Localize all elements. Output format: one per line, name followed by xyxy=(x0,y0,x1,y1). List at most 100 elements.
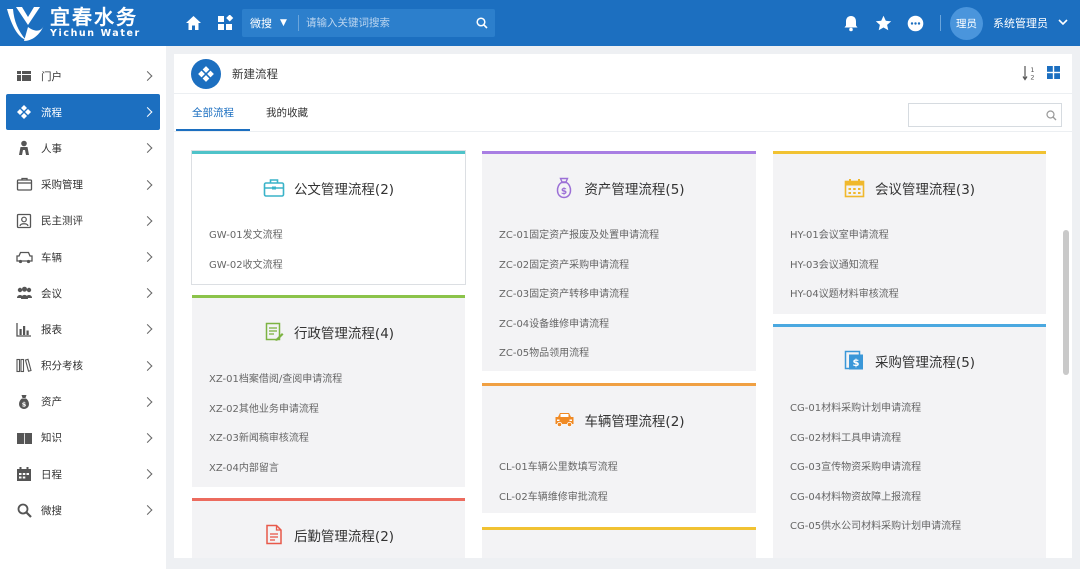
sidebar-item-evaluation[interactable]: 民主测评 xyxy=(0,203,166,239)
main-header: 新建流程 12 xyxy=(174,54,1072,94)
workflow-link[interactable]: ZC-04设备维修申请流程 xyxy=(499,310,756,340)
moneybag-icon: $ xyxy=(553,177,575,199)
workflow-link[interactable]: XZ-01档案借阅/查阅申请流程 xyxy=(209,365,465,395)
sidebar: 门户 流程 人事 采购管理 民主测评 车辆 会议 报表 积分考核 $ 资产 知识… xyxy=(0,46,166,569)
briefcase-icon xyxy=(263,177,285,199)
sidebar-item-label: 车辆 xyxy=(41,251,62,264)
workflow-link[interactable]: HY-03会议通知流程 xyxy=(790,251,1046,281)
search-icon[interactable] xyxy=(469,17,495,29)
tab-all-workflows[interactable]: 全部流程 xyxy=(176,105,250,131)
chevron-right-icon xyxy=(142,396,153,407)
workflow-link[interactable]: CL-02车辆维修审批流程 xyxy=(499,483,756,513)
bell-icon[interactable] xyxy=(840,12,862,34)
workflow-link[interactable]: GW-01发文流程 xyxy=(209,221,465,251)
workflow-search xyxy=(908,103,1062,127)
form-icon xyxy=(263,321,285,343)
main-panel: 新建流程 12 全部流程 我的收藏 公文管理流程(2) GW-01发文流程 GW… xyxy=(174,54,1072,558)
sidebar-item-vehicle[interactable]: 车辆 xyxy=(0,239,166,275)
workflow-card-xingzheng[interactable]: 行政管理流程(4) XZ-01档案借阅/查阅申请流程 XZ-02其他业务申请流程… xyxy=(192,295,465,487)
sidebar-item-schedule[interactable]: 日程 xyxy=(0,456,166,492)
star-icon[interactable] xyxy=(872,12,894,34)
apps-icon[interactable] xyxy=(214,12,236,34)
home-icon[interactable] xyxy=(182,12,204,34)
workflow-link[interactable]: GW-02收文流程 xyxy=(209,251,465,281)
workflow-link[interactable]: CG-03宣传物资采购申请流程 xyxy=(790,453,1046,483)
workflow-link[interactable]: XZ-04内部留言 xyxy=(209,454,465,484)
workflow-link[interactable]: CG-05供水公司材料采购计划申请流程 xyxy=(790,512,1046,542)
sidebar-item-label: 知识 xyxy=(41,432,62,445)
svg-text:$: $ xyxy=(853,358,860,369)
evaluation-icon xyxy=(15,212,33,230)
logo[interactable]: 宜春水务 Yichun Water xyxy=(0,0,166,46)
workflow-link[interactable]: XZ-02其他业务申请流程 xyxy=(209,395,465,425)
sidebar-item-portal[interactable]: 门户 xyxy=(0,58,166,94)
search-icon[interactable] xyxy=(1041,109,1061,121)
workflow-card-huiyi[interactable]: 会议管理流程(3) HY-01会议室申请流程 HY-03会议通知流程 HY-04… xyxy=(773,151,1046,314)
card-accent-bar xyxy=(482,527,756,530)
card-title: 资产管理流程(5) xyxy=(584,181,685,198)
svg-text:$: $ xyxy=(561,187,567,197)
workflow-card-partial[interactable] xyxy=(482,527,756,558)
search-scope-select[interactable]: 微搜 ▼ xyxy=(242,15,298,31)
grid-view-icon[interactable] xyxy=(1046,65,1062,81)
workflow-search-input[interactable] xyxy=(909,105,1041,125)
workflow-card-zichan[interactable]: $ 资产管理流程(5) ZC-01固定资产报废及处置申请流程 ZC-02固定资产… xyxy=(482,151,756,371)
sidebar-item-label: 民主测评 xyxy=(41,215,83,228)
workflow-card-houqin[interactable]: 后勤管理流程(2) xyxy=(192,498,465,558)
page-title: 新建流程 xyxy=(232,66,278,81)
workflow-link[interactable]: ZC-05物品领用流程 xyxy=(499,339,756,369)
card-title: 采购管理流程(5) xyxy=(874,354,976,371)
sidebar-item-label: 流程 xyxy=(41,106,62,119)
portal-icon xyxy=(15,67,33,85)
workflow-link[interactable]: ZC-02固定资产采购申请流程 xyxy=(499,251,756,281)
scrollbar-thumb[interactable] xyxy=(1063,230,1069,375)
books-icon xyxy=(15,357,33,375)
chevron-right-icon xyxy=(142,252,153,262)
search-input[interactable] xyxy=(299,17,469,29)
global-search: 微搜 ▼ xyxy=(242,9,495,37)
purchase-document-icon: $ xyxy=(844,350,866,372)
workflow-card-caigou[interactable]: $ 采购管理流程(5) CG-01材料采购计划申请流程 CG-02材料工具申请流… xyxy=(773,324,1046,558)
card-title: 公文管理流程(2) xyxy=(293,181,395,198)
purchase-icon xyxy=(15,176,33,194)
meeting-icon xyxy=(15,284,33,302)
workflow-link[interactable]: ZC-01固定资产报废及处置申请流程 xyxy=(499,221,756,251)
chevron-right-icon xyxy=(142,215,153,226)
sidebar-item-hr[interactable]: 人事 xyxy=(0,130,166,166)
sidebar-item-purchase[interactable]: 采购管理 xyxy=(0,167,166,203)
user-name[interactable]: 系统管理员 xyxy=(993,15,1048,31)
person-icon xyxy=(15,139,33,157)
workflow-link[interactable]: HY-01会议室申请流程 xyxy=(790,221,1046,251)
tab-bar: 全部流程 我的收藏 xyxy=(174,94,1072,132)
workflow-link[interactable]: CL-01车辆公里数填写流程 xyxy=(499,453,756,483)
card-title: 行政管理流程(4) xyxy=(293,325,395,342)
sidebar-item-knowledge[interactable]: 知识 xyxy=(0,420,166,456)
chevron-right-icon xyxy=(142,288,153,299)
workflow-link[interactable]: CG-01材料采购计划申请流程 xyxy=(790,394,1046,424)
workflow-card-cheliang[interactable]: 车辆管理流程(2) CL-01车辆公里数填写流程 CL-02车辆维修审批流程 xyxy=(482,383,756,513)
sort-icon[interactable]: 12 xyxy=(1022,65,1038,82)
workflow-link[interactable]: ZC-03固定资产转移申请流程 xyxy=(499,280,756,310)
workflow-link[interactable]: XZ-03新闻稿审核流程 xyxy=(209,424,465,454)
logo-cn: 宜春水务 xyxy=(50,5,138,29)
sidebar-item-meeting[interactable]: 会议 xyxy=(0,275,166,311)
sidebar-item-report[interactable]: 报表 xyxy=(0,311,166,347)
sidebar-item-asset[interactable]: $ 资产 xyxy=(0,384,166,420)
workflow-link[interactable]: CG-02材料工具申请流程 xyxy=(790,424,1046,454)
sidebar-item-workflow[interactable]: 流程 xyxy=(6,94,160,131)
workflow-link[interactable]: CG-04材料物资故障上报流程 xyxy=(790,483,1046,513)
workflow-card-gongwen[interactable]: 公文管理流程(2) GW-01发文流程 GW-02收文流程 xyxy=(192,151,465,284)
report-icon xyxy=(15,320,33,338)
sidebar-item-label: 人事 xyxy=(41,142,62,155)
chevron-right-icon xyxy=(142,469,153,480)
topbar-divider xyxy=(940,15,941,31)
sidebar-item-score[interactable]: 积分考核 xyxy=(0,348,166,384)
tab-my-favorites[interactable]: 我的收藏 xyxy=(250,105,324,131)
avatar[interactable]: 理员 xyxy=(950,6,983,40)
chevron-down-icon[interactable] xyxy=(1058,18,1068,29)
svg-text:2: 2 xyxy=(1030,74,1034,82)
more-icon[interactable] xyxy=(904,12,926,34)
workflow-link[interactable]: HY-04议题材料审核流程 xyxy=(790,280,1046,310)
sidebar-item-search[interactable]: 微搜 xyxy=(0,492,166,528)
calendar-icon xyxy=(844,177,866,199)
